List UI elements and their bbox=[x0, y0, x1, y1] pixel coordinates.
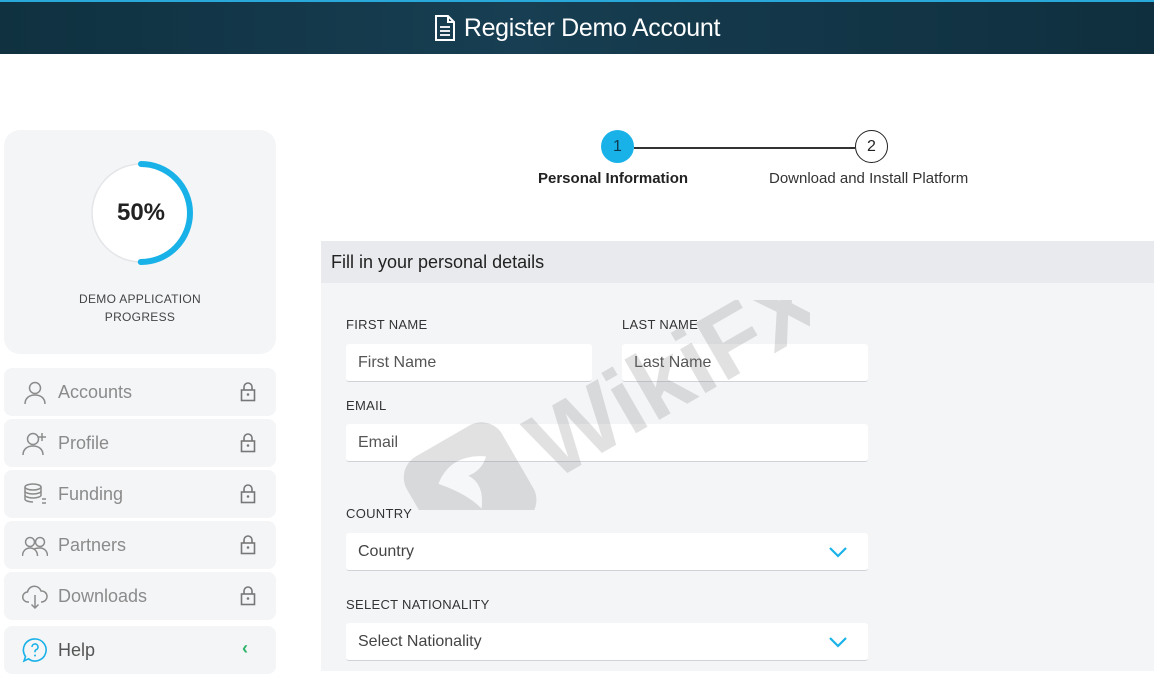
stepper-connector bbox=[634, 147, 855, 149]
nationality-select[interactable]: Select Nationality bbox=[346, 623, 868, 661]
form-heading: Fill in your personal details bbox=[321, 241, 1154, 283]
chevron-down-icon bbox=[829, 637, 847, 648]
lock-icon bbox=[240, 484, 256, 504]
lock-icon bbox=[240, 433, 256, 453]
nationality-label: SELECT NATIONALITY bbox=[346, 597, 490, 612]
country-label: COUNTRY bbox=[346, 506, 413, 521]
sidebar-item-accounts[interactable]: Accounts bbox=[4, 368, 276, 416]
progress-card: 50% DEMO APPLICATION PROGRESS bbox=[4, 130, 276, 354]
sidebar-item-profile[interactable]: Profile bbox=[4, 419, 276, 467]
progress-caption-line1: DEMO APPLICATION bbox=[79, 292, 201, 306]
country-selected-value: Country bbox=[358, 542, 415, 560]
document-icon bbox=[434, 15, 455, 41]
sidebar-item-label: Accounts bbox=[58, 381, 133, 402]
sidebar-item-label: Downloads bbox=[58, 585, 148, 606]
sidebar-item-label: Partners bbox=[58, 534, 127, 555]
sidebar-item-partners[interactable]: Partners bbox=[4, 521, 276, 569]
sidebar-item-help[interactable]: Help ‹ bbox=[4, 626, 276, 674]
lock-icon bbox=[240, 382, 256, 402]
step-2-label: Download and Install Platform bbox=[769, 170, 969, 187]
country-select[interactable]: Country bbox=[346, 533, 868, 571]
lock-icon bbox=[240, 586, 256, 606]
sidebar-item-label: Help bbox=[58, 639, 96, 660]
lock-icon bbox=[240, 535, 256, 555]
email-input[interactable] bbox=[346, 424, 868, 462]
header-title-group: Register Demo Account bbox=[434, 14, 720, 43]
chevron-left-icon[interactable]: ‹ bbox=[242, 638, 248, 659]
last-name-input[interactable] bbox=[622, 344, 868, 382]
user-plus-icon bbox=[22, 432, 46, 456]
first-name-input[interactable] bbox=[346, 344, 592, 382]
step-1-indicator: 1 bbox=[601, 130, 634, 163]
progress-caption-line2: PROGRESS bbox=[104, 310, 176, 324]
personal-details-form: Fill in your personal details FIRST NAME… bbox=[321, 241, 1154, 671]
last-name-label: LAST NAME bbox=[622, 317, 699, 332]
coins-icon bbox=[24, 483, 46, 504]
top-header: Register Demo Account bbox=[0, 0, 1154, 54]
progress-caption: DEMO APPLICATION PROGRESS bbox=[4, 290, 276, 326]
email-label: EMAIL bbox=[346, 398, 387, 413]
chevron-down-icon bbox=[829, 547, 847, 558]
page-title: Register Demo Account bbox=[463, 13, 721, 42]
step-1-label: Personal Information bbox=[538, 170, 689, 187]
help-chat-icon bbox=[22, 638, 47, 663]
users-icon bbox=[22, 536, 48, 557]
user-icon bbox=[24, 381, 46, 405]
first-name-label: FIRST NAME bbox=[346, 317, 428, 332]
sidebar-item-funding[interactable]: Funding bbox=[4, 470, 276, 518]
sidebar-item-label: Profile bbox=[58, 432, 110, 453]
progress-value: 50% bbox=[116, 199, 166, 226]
step-2-indicator: 2 bbox=[855, 130, 888, 163]
nationality-selected-value: Select Nationality bbox=[358, 632, 482, 650]
cloud-download-icon bbox=[22, 585, 48, 610]
sidebar-item-label: Funding bbox=[58, 483, 124, 504]
sidebar-item-downloads[interactable]: Downloads bbox=[4, 572, 276, 620]
